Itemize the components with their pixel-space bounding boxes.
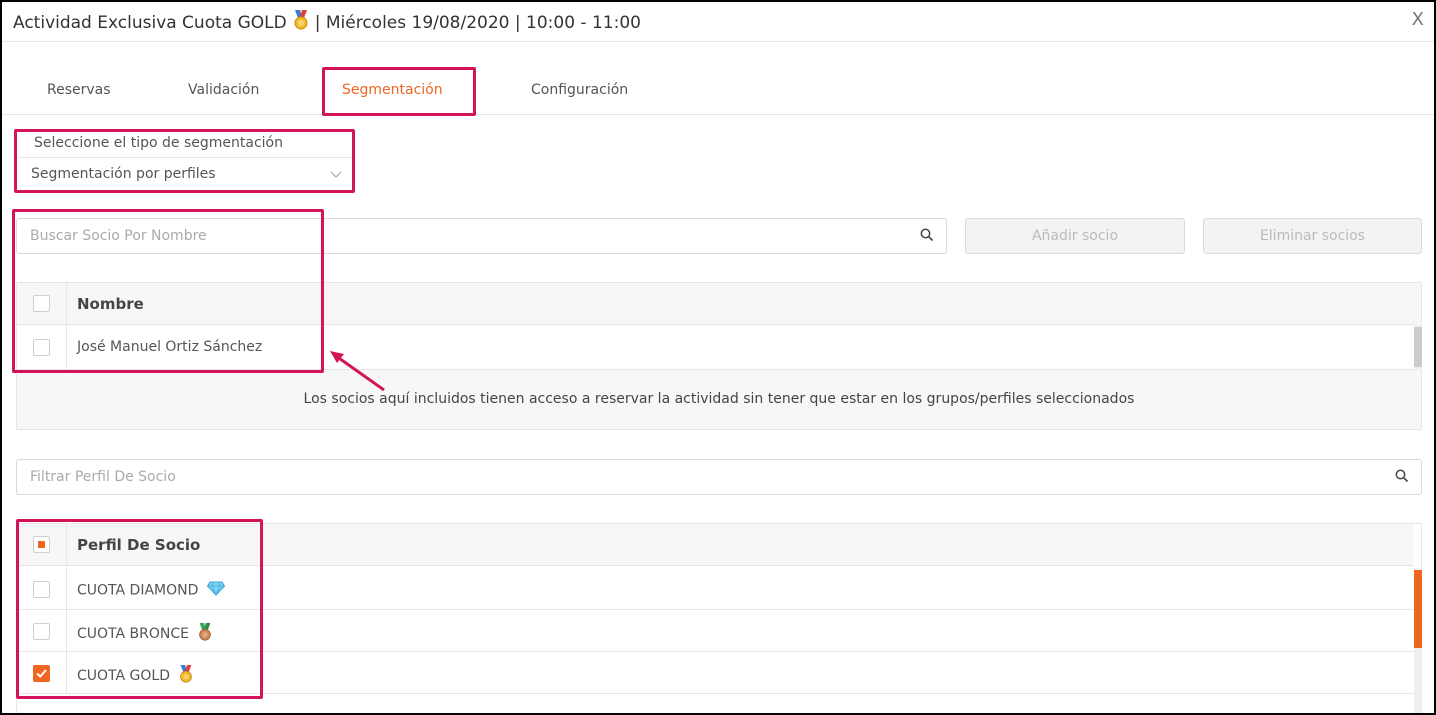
profile-label: CUOTA GOLD (77, 668, 170, 684)
members-table: Nombre José Manuel Ortiz Sánchez Los soc… (16, 282, 1422, 430)
members-scrollbar-thumb[interactable] (1414, 327, 1422, 367)
search-icon[interactable] (1395, 468, 1409, 487)
members-table-header: Nombre (17, 283, 1414, 325)
members-column-header: Nombre (77, 295, 144, 313)
close-icon[interactable]: X (1412, 9, 1424, 30)
profiles-table: Perfil De Socio CUOTA DIAMOND CUOTA BRON… (16, 523, 1422, 713)
segmentation-select[interactable]: Segmentación por perfiles (18, 157, 352, 190)
members-note: Los socios aquí incluidos tienen acceso … (303, 391, 1135, 407)
table-row[interactable]: CUOTA BRONCE (17, 610, 1414, 652)
member-search-input[interactable]: Buscar Socio Por Nombre (16, 218, 947, 254)
checkmark-icon (36, 669, 47, 678)
profile-checkbox-diamond[interactable] (33, 581, 50, 598)
remove-members-button[interactable]: Eliminar socios (1203, 218, 1422, 254)
header-checkbox-cell (17, 524, 67, 565)
bronze-medal-icon (197, 623, 213, 645)
profiles-column-header: Perfil De Socio (77, 536, 201, 554)
tab-configuracion[interactable]: Configuración (531, 82, 628, 98)
member-name: José Manuel Ortiz Sánchez (77, 339, 263, 355)
select-all-members-checkbox[interactable] (33, 295, 50, 312)
dialog-header: Actividad Exclusiva Cuota GOLD | Miércol… (2, 2, 1434, 42)
tab-bar: Reservas Validación Segmentación Configu… (2, 42, 1434, 115)
profile-label-cell: CUOTA GOLD (77, 665, 194, 687)
profile-filter-placeholder: Filtrar Perfil De Socio (30, 469, 176, 485)
profile-checkbox-gold[interactable] (33, 665, 50, 682)
tab-segmentacion[interactable]: Segmentación (342, 82, 443, 98)
profile-label-cell: CUOTA BRONCE (77, 623, 213, 645)
select-all-profiles-checkbox[interactable] (33, 536, 50, 553)
annotation-arrow-icon (330, 351, 385, 392)
search-icon[interactable] (920, 227, 934, 246)
title-datetime: | Miércoles 19/08/2020 | 10:00 - 11:00 (314, 12, 641, 33)
profiles-table-header: Perfil De Socio (17, 524, 1414, 566)
table-row[interactable]: CUOTA DIAMOND (17, 568, 1414, 610)
member-search-placeholder: Buscar Socio Por Nombre (30, 228, 207, 244)
gold-medal-icon (293, 10, 309, 35)
chevron-down-icon (330, 165, 342, 184)
row-checkbox-cell (17, 610, 67, 651)
profile-checkbox-bronce[interactable] (33, 623, 50, 640)
gold-medal-icon (178, 665, 194, 687)
profiles-scrollbar-thumb[interactable] (1414, 570, 1422, 648)
tab-reservas[interactable]: Reservas (47, 82, 111, 98)
header-checkbox-cell (17, 283, 67, 324)
row-checkbox-cell (17, 568, 67, 609)
row-checkbox-cell (17, 652, 67, 693)
dialog: Actividad Exclusiva Cuota GOLD | Miércol… (0, 0, 1436, 715)
tab-validacion[interactable]: Validación (188, 82, 259, 98)
segmentation-selected-value: Segmentación por perfiles (31, 166, 216, 182)
members-scrollbar[interactable] (1414, 325, 1422, 370)
table-row[interactable]: CUOTA GOLD (17, 652, 1414, 694)
diamond-icon (206, 581, 225, 600)
row-checkbox-cell (17, 325, 67, 369)
table-row[interactable]: José Manuel Ortiz Sánchez (17, 325, 1414, 370)
segmentation-label: Seleccione el tipo de segmentación (34, 135, 283, 151)
profile-label-cell: CUOTA DIAMOND (77, 581, 225, 600)
profiles-scrollbar[interactable] (1414, 568, 1422, 713)
member-row-checkbox[interactable] (33, 339, 50, 356)
profile-label: CUOTA BRONCE (77, 626, 189, 642)
title-text: Actividad Exclusiva Cuota GOLD (13, 12, 287, 33)
profile-label: CUOTA DIAMOND (77, 582, 199, 599)
dialog-title: Actividad Exclusiva Cuota GOLD | Miércol… (13, 10, 641, 35)
profile-filter-input[interactable]: Filtrar Perfil De Socio (16, 459, 1422, 495)
add-member-button[interactable]: Añadir socio (965, 218, 1185, 254)
